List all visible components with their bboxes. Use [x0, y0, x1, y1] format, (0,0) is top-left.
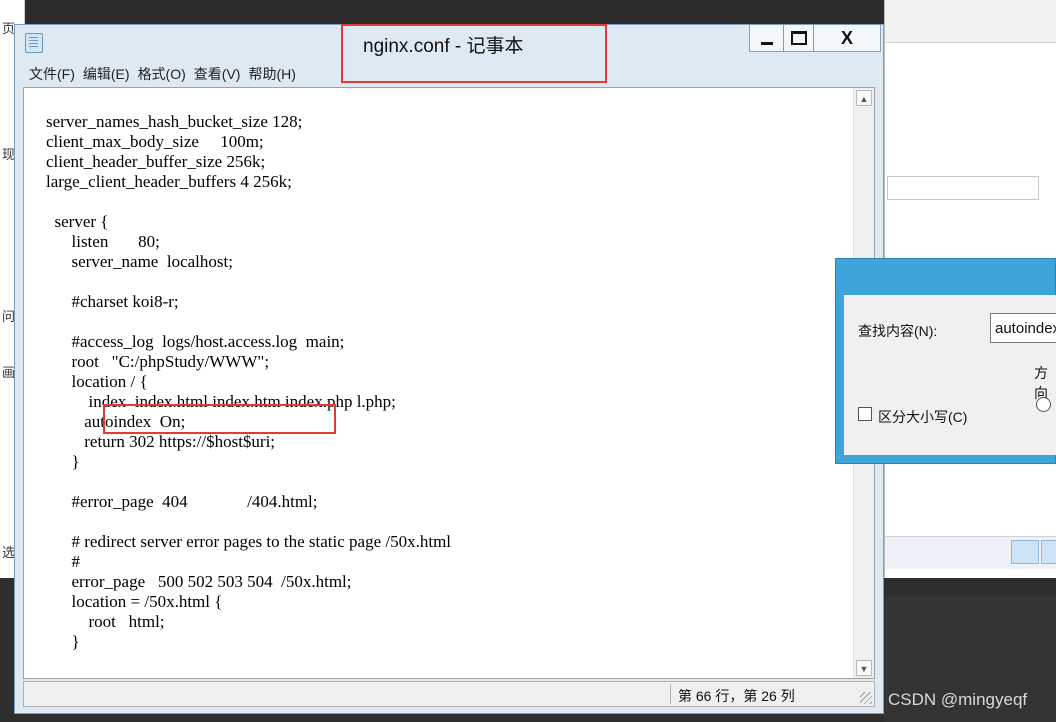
find-dialog-body: 查找内容(N): 方向 区分大小写(C)	[844, 295, 1056, 455]
find-input[interactable]	[990, 313, 1056, 343]
status-divider	[670, 684, 671, 704]
explorer-search-box[interactable]	[887, 176, 1039, 200]
direction-up-radio[interactable]	[1036, 397, 1051, 412]
file-content[interactable]: server_names_hash_bucket_size 128; clien…	[46, 112, 451, 652]
resize-grip-icon[interactable]	[860, 692, 872, 704]
close-icon: X	[840, 27, 853, 48]
notepad-window: nginx.conf - 记事本 X 文件(F) 编辑(E) 格式(O) 查看(…	[14, 24, 884, 714]
close-button[interactable]: X	[814, 25, 880, 51]
minimize-icon	[760, 41, 773, 45]
menu-format[interactable]: 格式(O)	[124, 63, 186, 85]
highlight-box-title	[341, 24, 607, 83]
explorer-toolbar	[885, 0, 1056, 43]
thumbnail-view-icon[interactable]	[1041, 540, 1056, 564]
maximize-button[interactable]	[784, 25, 814, 51]
minimize-button[interactable]	[750, 25, 784, 51]
find-dialog: 查找内容(N): 方向 区分大小写(C)	[835, 258, 1056, 464]
highlight-box-autoindex	[103, 404, 336, 434]
match-case-label[interactable]: 区分大小写(C)	[878, 407, 967, 427]
scroll-down-icon[interactable]: ▼	[856, 660, 872, 676]
menu-help[interactable]: 帮助(H)	[234, 63, 295, 85]
find-label: 查找内容(N):	[858, 323, 938, 339]
window-controls: X	[749, 25, 881, 52]
text-editor[interactable]: server_names_hash_bucket_size 128; clien…	[23, 87, 875, 679]
menu-edit[interactable]: 编辑(E)	[69, 63, 130, 85]
cursor-position: 第 66 行，第 26 列	[678, 688, 795, 704]
maximize-icon	[790, 31, 807, 45]
notepad-icon	[25, 33, 43, 53]
watermark: CSDN @mingyeqf	[888, 690, 1028, 709]
statusbar: 第 66 行，第 26 列	[23, 681, 875, 707]
menu-file[interactable]: 文件(F)	[15, 63, 75, 85]
scroll-up-icon[interactable]: ▲	[856, 90, 872, 106]
match-case-checkbox[interactable]	[858, 407, 872, 421]
details-view-icon[interactable]	[1011, 540, 1039, 564]
menu-view[interactable]: 查看(V)	[180, 63, 241, 85]
